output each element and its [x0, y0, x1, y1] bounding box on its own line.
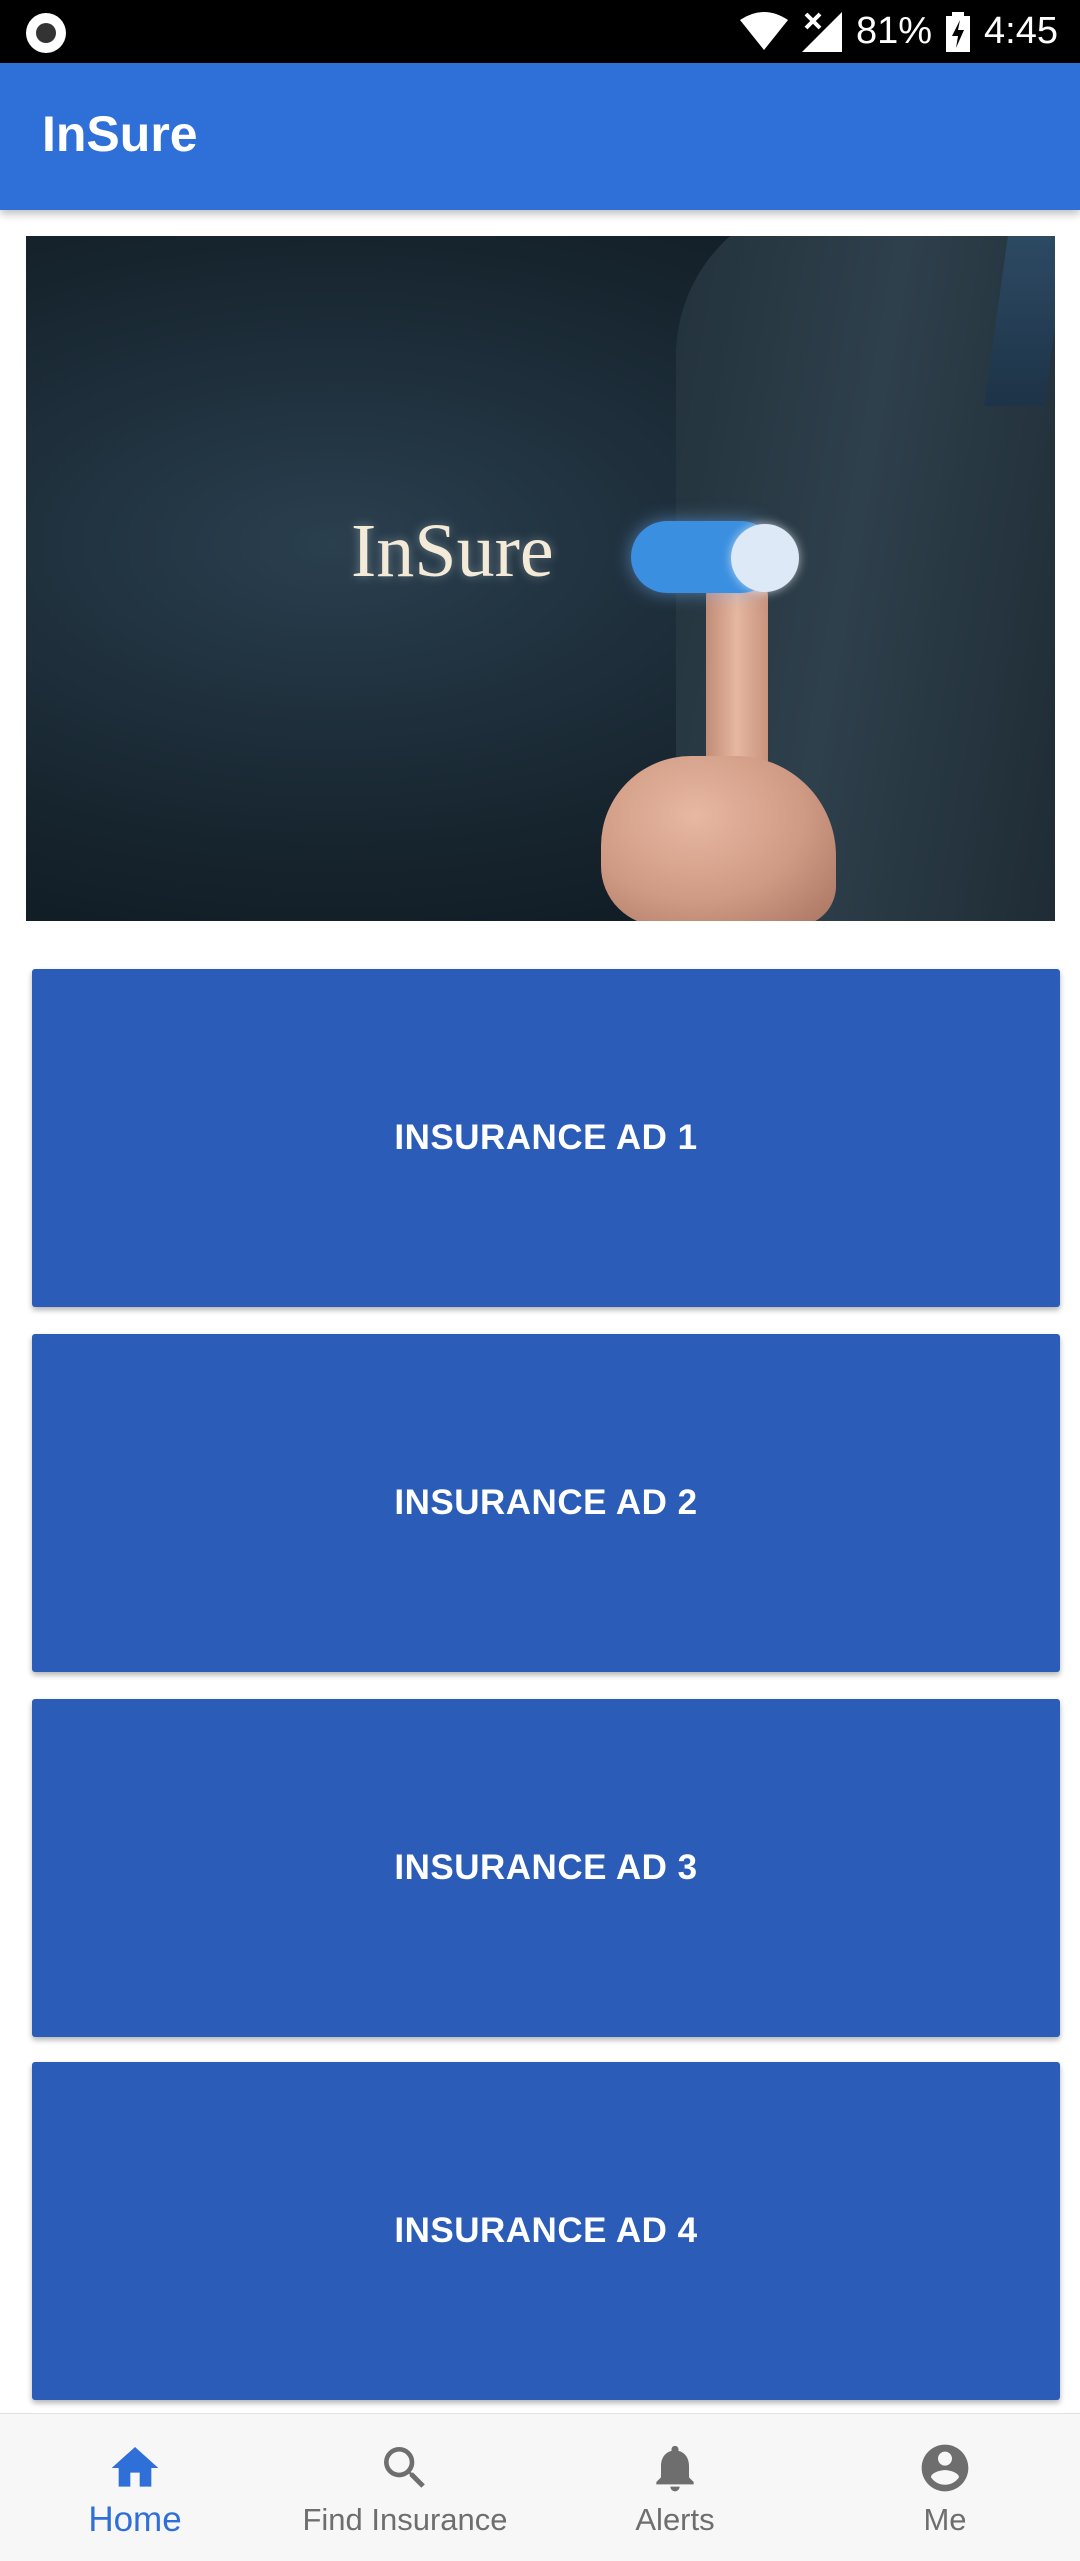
- insurance-ad-card-3[interactable]: INSURANCE AD 3: [32, 1699, 1060, 2037]
- nav-item-find-insurance[interactable]: Find Insurance: [270, 2414, 540, 2561]
- hero-logo-text: InSure: [351, 509, 554, 593]
- hero-hand-graphic: [601, 756, 836, 921]
- hero-banner: InSure: [26, 236, 1055, 921]
- battery-charging-icon: [946, 11, 971, 52]
- nav-item-home[interactable]: Home: [0, 2414, 270, 2561]
- wifi-icon: [739, 11, 788, 50]
- nav-item-alerts[interactable]: Alerts: [540, 2414, 810, 2561]
- nav-label-home: Home: [88, 2500, 182, 2539]
- search-icon: [384, 2447, 425, 2488]
- status-bar: 81% 4:45: [0, 0, 1080, 63]
- app-bar: InSure: [0, 63, 1080, 210]
- nav-label-alerts: Alerts: [635, 2502, 715, 2537]
- clock: 4:45: [984, 10, 1058, 52]
- bottom-navigation: Home Find Insurance Alerts Me: [0, 2413, 1080, 2561]
- ad-card-label: INSURANCE AD 2: [394, 1483, 698, 1522]
- nav-label-find-insurance: Find Insurance: [302, 2502, 508, 2537]
- record-indicator-icon: [26, 13, 66, 53]
- ad-card-label: INSURANCE AD 1: [394, 1118, 698, 1157]
- ad-card-label: INSURANCE AD 4: [394, 2211, 698, 2250]
- battery-percentage: 81%: [855, 10, 933, 52]
- home-icon: [111, 2447, 159, 2487]
- insurance-ad-card-4[interactable]: INSURANCE AD 4: [32, 2062, 1060, 2400]
- cell-signal-no-service-icon: [801, 11, 842, 52]
- hero-toggle-knob: [731, 524, 799, 592]
- status-indicators: 81% 4:45: [739, 0, 1058, 63]
- nav-item-me[interactable]: Me: [810, 2414, 1080, 2561]
- app-title: InSure: [42, 106, 198, 162]
- bell-icon: [656, 2445, 694, 2492]
- nav-label-me: Me: [923, 2502, 967, 2537]
- ad-card-label: INSURANCE AD 3: [394, 1848, 698, 1887]
- insurance-ad-card-1[interactable]: INSURANCE AD 1: [32, 969, 1060, 1307]
- insurance-ad-card-2[interactable]: INSURANCE AD 2: [32, 1334, 1060, 1672]
- account-icon: [921, 2444, 969, 2492]
